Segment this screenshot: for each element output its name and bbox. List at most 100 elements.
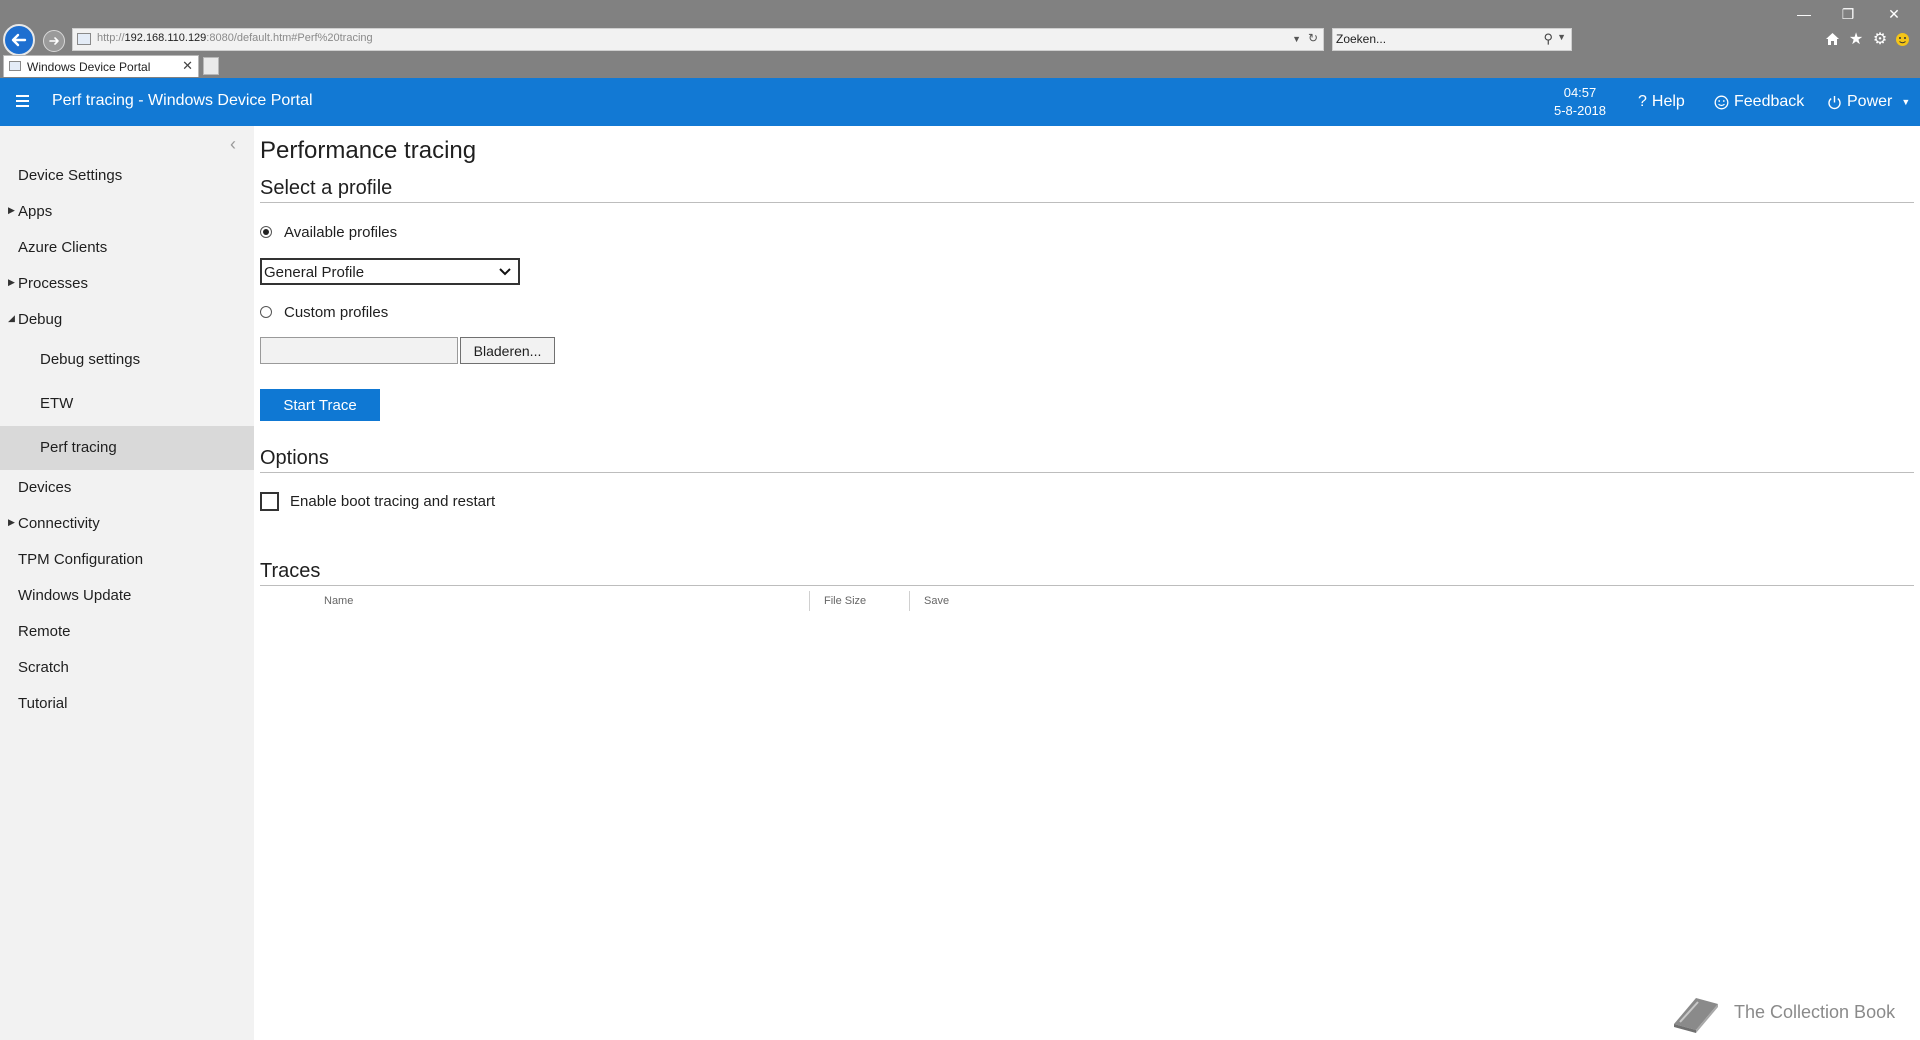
watermark: The Collection Book <box>1668 990 1895 1034</box>
expand-triangle-icon: ▶ <box>8 517 15 527</box>
column-header-file-size[interactable]: File Size <box>824 595 866 607</box>
sidebar-item-label: TPM Configuration <box>18 551 144 568</box>
smiley-icon <box>1714 95 1729 109</box>
sidebar: ‹ Device Settings ▶ Apps Azure Clients ▶… <box>0 126 254 1040</box>
address-bar[interactable]: http://192.168.110.129:8080/default.htm#… <box>72 28 1324 51</box>
sidebar-item-label: Azure Clients <box>18 239 108 256</box>
custom-profiles-option[interactable]: Custom profiles <box>260 301 388 323</box>
divider <box>260 202 1914 203</box>
column-divider <box>909 591 910 611</box>
new-tab-button[interactable] <box>203 57 219 75</box>
settings-gear-icon[interactable]: ⚙ <box>1870 29 1890 49</box>
back-button[interactable] <box>3 24 35 56</box>
sidebar-item-scratch[interactable]: Scratch <box>0 650 254 686</box>
power-icon <box>1828 95 1841 109</box>
sidebar-item-label: Tutorial <box>18 695 68 712</box>
sidebar-item-label: Windows Update <box>18 587 132 604</box>
app-header: Perf tracing - Windows Device Portal 04:… <box>0 78 1920 126</box>
tab-title: Windows Device Portal <box>27 60 151 74</box>
hamburger-menu-icon[interactable] <box>16 92 32 110</box>
collapse-triangle-icon: ◢ <box>8 313 15 323</box>
site-favicon-icon <box>77 33 91 45</box>
home-icon[interactable] <box>1822 29 1842 49</box>
custom-profiles-radio[interactable] <box>260 306 272 318</box>
custom-profile-file-field[interactable] <box>260 337 458 364</box>
help-link[interactable]: ? Help <box>1638 93 1685 111</box>
feedback-link[interactable]: Feedback <box>1714 93 1804 111</box>
sidebar-item-azure-clients[interactable]: Azure Clients <box>0 230 254 266</box>
forward-button[interactable] <box>43 30 65 52</box>
traces-heading: Traces <box>260 560 321 582</box>
select-profile-heading: Select a profile <box>260 177 393 199</box>
sidebar-item-connectivity[interactable]: ▶ Connectivity <box>0 506 254 542</box>
power-label: Power <box>1847 93 1893 110</box>
options-heading: Options <box>260 447 329 469</box>
tab-close-icon[interactable]: ✕ <box>182 58 193 74</box>
sidebar-item-device-settings[interactable]: Device Settings <box>0 158 254 194</box>
search-dropdown-icon[interactable]: ▼ <box>1557 32 1566 42</box>
chevron-down-icon: ▼ <box>1901 97 1911 107</box>
sidebar-item-devices[interactable]: Devices <box>0 470 254 506</box>
tab-favicon-icon <box>9 61 21 71</box>
help-label: Help <box>1651 93 1685 110</box>
sidebar-item-label: Processes <box>18 275 89 292</box>
sidebar-item-processes[interactable]: ▶ Processes <box>0 266 254 302</box>
url-text[interactable]: http://192.168.110.129:8080/default.htm#… <box>97 32 373 44</box>
sidebar-item-debug-settings[interactable]: Debug settings <box>0 342 254 378</box>
main-content: Performance tracing Select a profile Ava… <box>260 126 1914 1040</box>
sidebar-item-label: Devices <box>18 479 72 496</box>
sidebar-item-label: ETW <box>40 395 74 412</box>
sidebar-item-label: Debug settings <box>40 351 141 368</box>
search-input[interactable] <box>1336 31 1516 47</box>
column-divider <box>809 591 810 611</box>
address-dropdown-icon[interactable]: ▼ <box>1292 34 1301 44</box>
sidebar-item-apps[interactable]: ▶ Apps <box>0 194 254 230</box>
smiley-feedback-icon[interactable] <box>1892 29 1912 49</box>
sidebar-item-windows-update[interactable]: Windows Update <box>0 578 254 614</box>
power-menu[interactable]: Power ▼ <box>1827 93 1910 111</box>
collapse-sidebar-icon[interactable]: ‹ <box>230 134 236 155</box>
sidebar-item-label: Debug <box>18 311 63 328</box>
available-profiles-radio[interactable] <box>260 226 272 238</box>
sidebar-item-etw[interactable]: ETW <box>0 386 254 422</box>
sidebar-item-label: Perf tracing <box>40 439 117 456</box>
sidebar-item-label: Device Settings <box>18 167 123 184</box>
search-box[interactable]: ⚲ ▼ <box>1332 28 1572 51</box>
sidebar-item-tpm-configuration[interactable]: TPM Configuration <box>0 542 254 578</box>
sidebar-item-tutorial[interactable]: Tutorial <box>0 686 254 722</box>
sidebar-item-remote[interactable]: Remote <box>0 614 254 650</box>
sidebar-item-label: Connectivity <box>18 515 100 532</box>
favorites-star-icon[interactable]: ★ <box>1846 29 1866 49</box>
start-trace-button[interactable]: Start Trace <box>260 389 380 421</box>
page-heading: Performance tracing <box>260 137 477 164</box>
clock-date: 5-8-2018 <box>1553 103 1607 118</box>
question-mark-icon: ? <box>1638 93 1647 110</box>
clock-time: 04:57 <box>1563 85 1597 100</box>
sidebar-item-perf-tracing[interactable]: Perf tracing <box>0 426 254 470</box>
page-title: Perf tracing - Windows Device Portal <box>52 92 313 109</box>
chevron-down-icon <box>498 262 512 285</box>
browser-tab[interactable]: Windows Device Portal ✕ <box>3 55 199 77</box>
sidebar-item-debug[interactable]: ◢ Debug <box>0 302 254 338</box>
custom-profiles-label: Custom profiles <box>284 303 389 321</box>
feedback-label: Feedback <box>1734 93 1805 110</box>
boot-tracing-option[interactable]: Enable boot tracing and restart <box>260 490 495 512</box>
search-icon[interactable]: ⚲ <box>1543 31 1553 47</box>
boot-tracing-checkbox[interactable] <box>260 491 279 511</box>
divider <box>260 472 1914 473</box>
minimize-button[interactable]: — <box>1782 0 1826 28</box>
book-icon <box>1674 998 1718 1033</box>
close-window-button[interactable]: ✕ <box>1872 0 1916 28</box>
refresh-icon[interactable]: ↻ <box>1308 31 1318 45</box>
boot-tracing-label: Enable boot tracing and restart <box>290 492 496 510</box>
sidebar-item-label: Scratch <box>18 659 69 676</box>
profile-select[interactable]: General Profile <box>260 258 520 285</box>
available-profiles-option[interactable]: Available profiles <box>260 221 397 243</box>
profile-select-value: General Profile <box>264 264 365 281</box>
column-header-save[interactable]: Save <box>924 595 949 607</box>
restore-button[interactable]: ❐ <box>1826 0 1870 28</box>
clock: 04:57 5-8-2018 <box>1530 84 1630 120</box>
expand-triangle-icon: ▶ <box>8 205 15 215</box>
browse-button[interactable]: Bladeren... <box>460 337 555 364</box>
column-header-name[interactable]: Name <box>324 595 353 607</box>
